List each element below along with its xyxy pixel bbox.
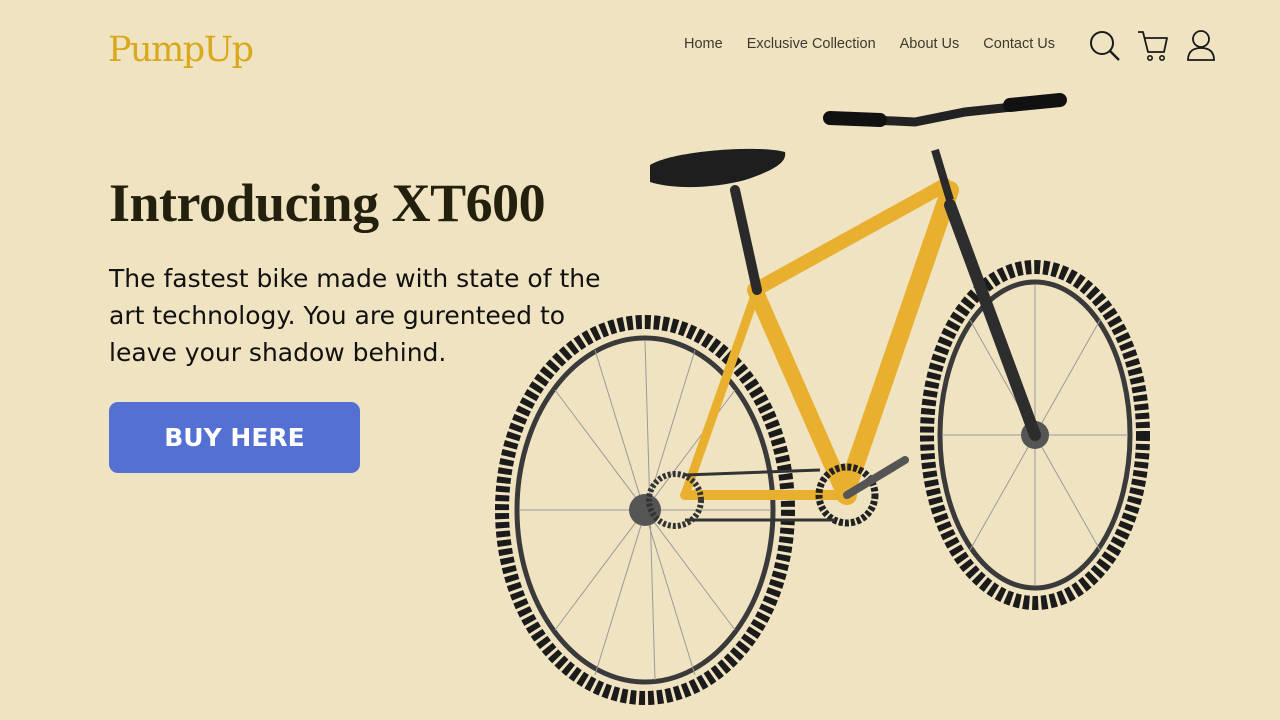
buy-here-button[interactable]: BUY HERE [109,402,360,473]
bike-frame [680,178,959,504]
bike-image [495,93,1150,705]
header-icons [1088,26,1218,64]
nav-about-us[interactable]: About Us [900,36,960,52]
cart-icon[interactable] [1136,26,1170,64]
search-icon[interactable] [1088,26,1122,64]
nav-home[interactable]: Home [684,36,723,52]
hero-title: Introducing XT600 [109,173,546,233]
user-icon[interactable] [1184,26,1218,64]
brand-logo[interactable]: PumpUp [108,30,254,70]
nav-exclusive-collection[interactable]: Exclusive Collection [747,36,876,52]
rear-wheel [495,315,795,705]
main-nav: Home Exclusive Collection About Us Conta… [684,36,1055,52]
nav-contact-us[interactable]: Contact Us [983,36,1055,52]
